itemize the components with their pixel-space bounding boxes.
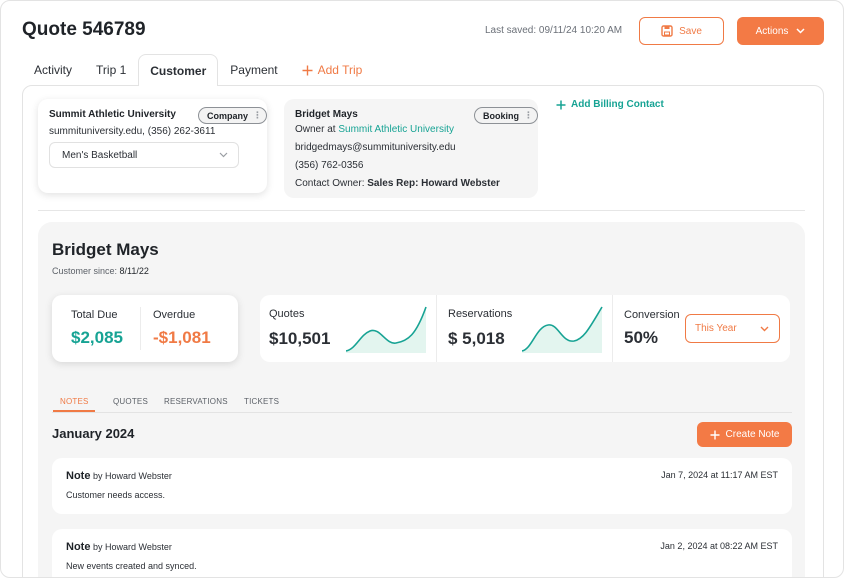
reservations-label: Reservations (448, 308, 513, 320)
note-title: Note (66, 470, 91, 482)
conversion-value: 50% (624, 328, 659, 347)
reservations-sparkline (522, 305, 604, 353)
overdue-value: -$1,081 (153, 328, 211, 347)
save-button[interactable]: Save (639, 17, 724, 45)
tab-payment[interactable]: Payment (218, 54, 289, 86)
save-icon (661, 25, 673, 37)
overdue-label: Overdue (153, 309, 196, 321)
total-due-value: $2,085 (71, 328, 123, 347)
subtab-tickets[interactable]: TICKETS (244, 397, 279, 406)
owner-org-link[interactable]: Summit Athletic University (338, 124, 454, 135)
note-header: Note by Howard Webster (66, 470, 172, 482)
quotes-sparkline (346, 305, 428, 353)
add-billing-contact-button[interactable]: Add Billing Contact (556, 99, 664, 110)
create-note-label: Create Note (725, 429, 780, 440)
subtab-reservations[interactable]: RESERVATIONS (164, 397, 228, 406)
customer-since: Customer since: 8/11/22 (52, 266, 149, 276)
subtab-notes[interactable]: NOTES (60, 397, 89, 406)
actions-button[interactable]: Actions (737, 17, 824, 45)
reservations-value: $ 5,018 (448, 329, 505, 348)
stats-card: Quotes $10,501 Reservations $ 5,018 Conv… (260, 295, 790, 362)
quotes-value: $10,501 (269, 329, 331, 348)
notes-month-heading: January 2024 (52, 426, 135, 441)
quotes-label: Quotes (269, 308, 305, 320)
period-select[interactable]: This Year (685, 314, 780, 343)
company-contact-line: summituniversity.edu, (356) 262-3611 (49, 126, 216, 137)
actions-label: Actions (755, 25, 789, 37)
note-header: Note by Howard Webster (66, 541, 172, 553)
create-note-button[interactable]: Create Note (697, 422, 792, 447)
plus-icon (556, 100, 566, 110)
booking-phone: (356) 762-0356 (295, 160, 364, 171)
divider (436, 295, 437, 362)
booking-email: bridgedmays@summituniversity.edu (295, 142, 456, 153)
add-trip-label: Add Trip (317, 63, 363, 77)
period-select-value: This Year (695, 323, 737, 334)
contact-owner-label: Contact Owner: (295, 178, 368, 189)
customer-since-value: 8/11/22 (119, 266, 149, 276)
booking-contact-name: Bridget Mays (295, 109, 358, 120)
company-badge[interactable]: Company ⋮ (198, 107, 268, 124)
company-name: Summit Athletic University (49, 109, 176, 120)
note-title: Note (66, 541, 91, 553)
contact-owner-line: Contact Owner: Sales Rep: Howard Webster (295, 178, 500, 189)
plus-icon (710, 430, 720, 440)
page-title: Quote 546789 (22, 19, 146, 40)
owner-line: Owner at Summit Athletic University (295, 124, 454, 135)
owner-prefix: Owner at (295, 124, 339, 135)
balance-card: Total Due $2,085 Overdue -$1,081 (52, 295, 238, 362)
tab-activity[interactable]: Activity (22, 54, 84, 86)
notes-subtabs: NOTES QUOTES RESERVATIONS TICKETS (52, 394, 792, 413)
chevron-down-icon (796, 28, 805, 34)
customer-name: Bridget Mays (52, 240, 159, 259)
save-label: Save (679, 25, 702, 37)
more-vertical-icon: ⋮ (524, 110, 533, 120)
note-card[interactable]: Note by Howard Webster Jan 2, 2024 at 08… (52, 529, 792, 577)
contact-owner-value: Sales Rep: Howard Webster (367, 178, 500, 189)
booking-badge-label: Booking (483, 110, 519, 121)
tab-customer[interactable]: Customer (138, 54, 219, 86)
booking-card: Bridget Mays Booking ⋮ Owner at Summit A… (284, 99, 538, 198)
divider (140, 307, 141, 350)
active-subtab-indicator (53, 410, 95, 412)
note-body: New events created and synced. (66, 561, 197, 571)
tab-trip-1[interactable]: Trip 1 (84, 54, 138, 86)
divider (612, 295, 613, 362)
team-select-value: Men's Basketball (62, 149, 138, 161)
note-date: Jan 7, 2024 at 11:17 AM EST (661, 470, 778, 480)
team-select[interactable]: Men's Basketball (49, 142, 239, 168)
customer-since-label: Customer since: (52, 266, 120, 276)
tab-bar: Activity Trip 1 Customer Payment Add Tri… (22, 54, 374, 86)
conversion-label: Conversion (624, 309, 680, 321)
more-vertical-icon: ⋮ (253, 110, 263, 120)
last-saved-text: Last saved: 09/11/24 10:20 AM (485, 25, 623, 36)
plus-icon (302, 65, 313, 76)
note-author: by Howard Webster (92, 542, 172, 552)
add-billing-label: Add Billing Contact (571, 99, 664, 110)
note-author: by Howard Webster (92, 471, 172, 481)
divider (38, 210, 805, 211)
note-card[interactable]: Note by Howard Webster Jan 7, 2024 at 11… (52, 458, 792, 514)
app-window: Quote 546789 Last saved: 09/11/24 10:20 … (0, 0, 844, 578)
chevron-down-icon (219, 152, 228, 158)
note-body: Customer needs access. (66, 490, 166, 500)
booking-badge[interactable]: Booking ⋮ (474, 107, 538, 124)
note-date: Jan 2, 2024 at 08:22 AM EST (660, 541, 778, 551)
company-badge-label: Company (207, 110, 249, 121)
subtab-quotes[interactable]: QUOTES (113, 397, 148, 406)
chevron-down-icon (760, 326, 769, 332)
add-trip-button[interactable]: Add Trip (290, 54, 375, 86)
total-due-label: Total Due (71, 309, 118, 321)
